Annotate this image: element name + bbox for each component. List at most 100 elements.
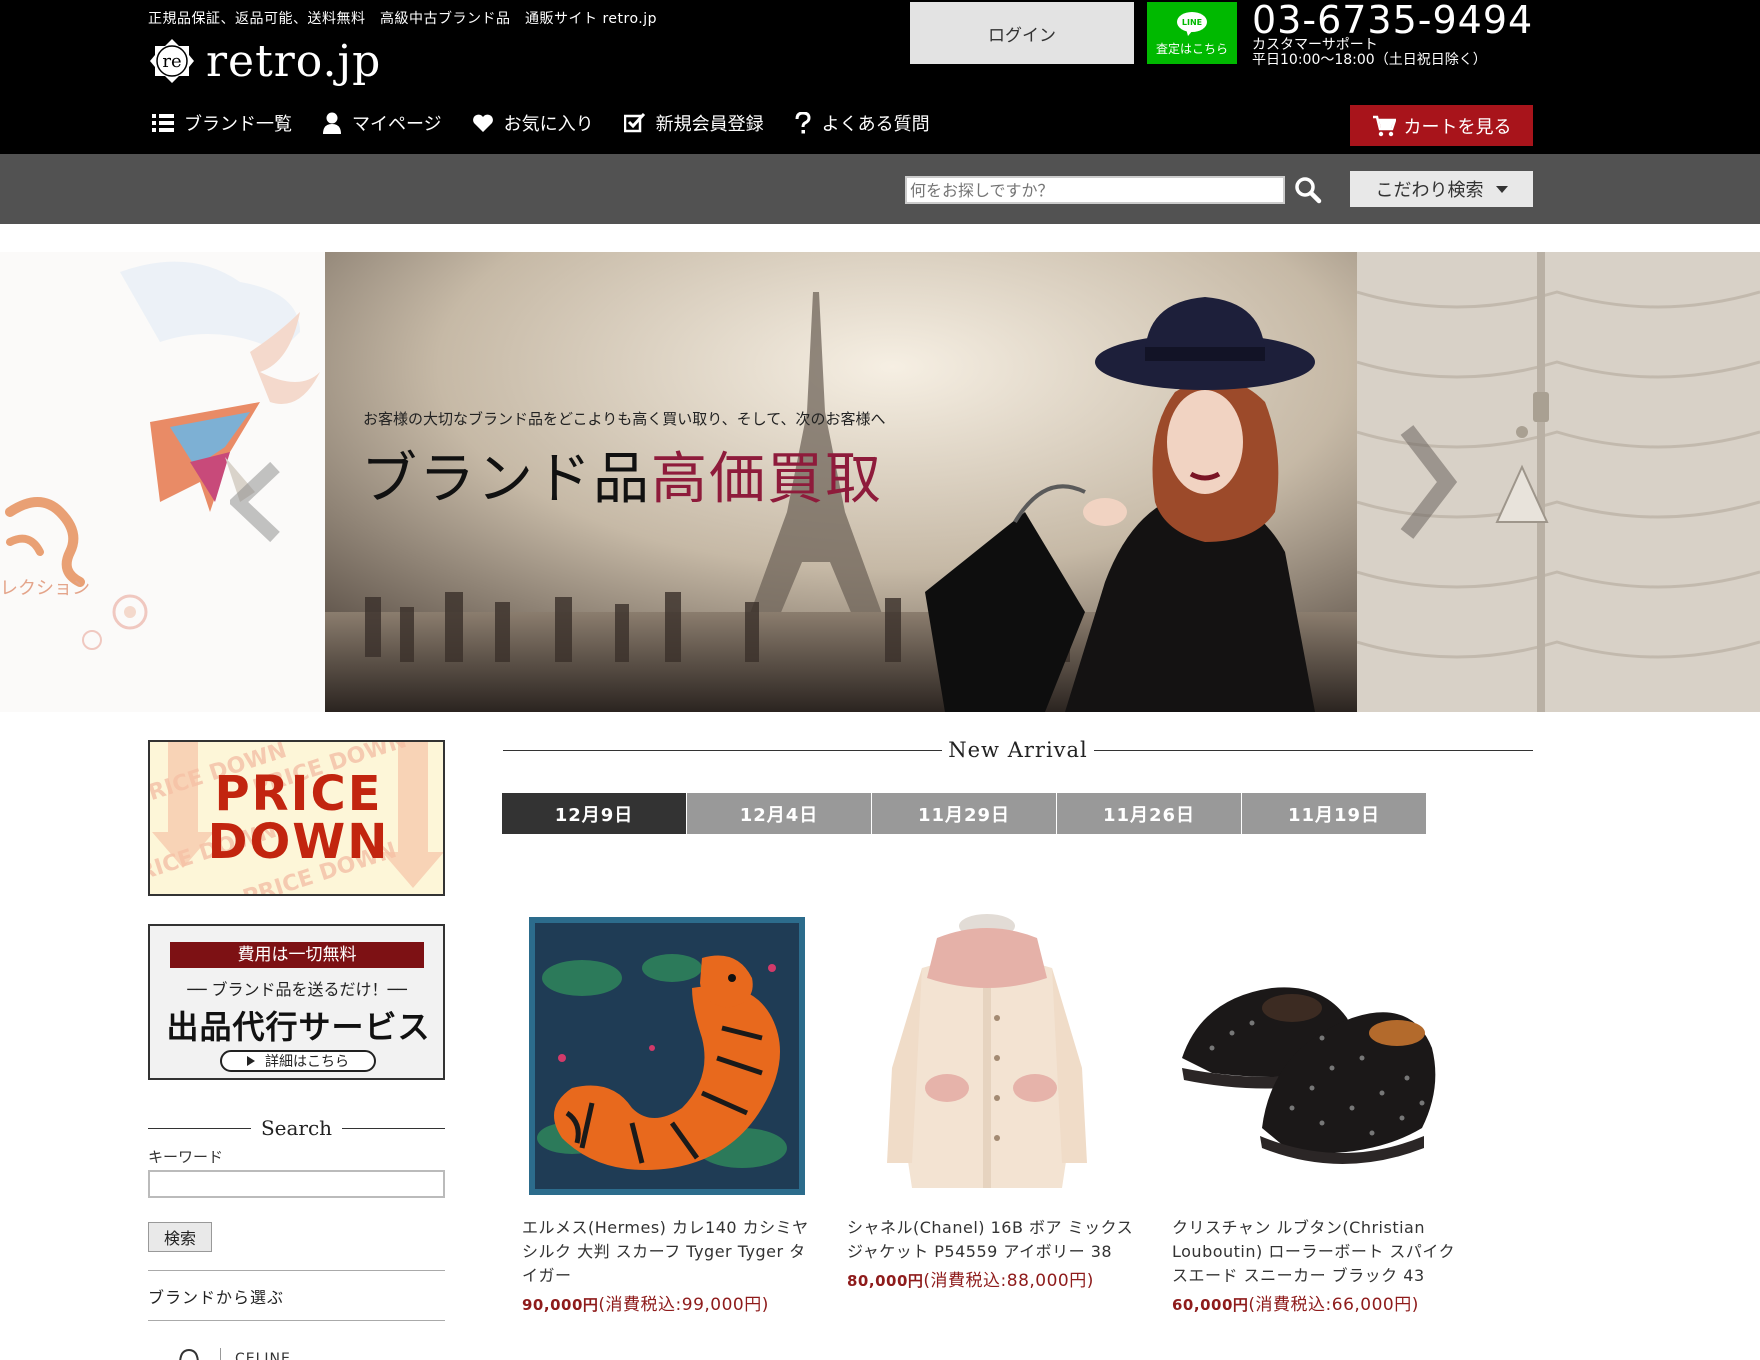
nav-favorites[interactable]: お気に入り <box>472 110 594 136</box>
search-icon <box>1295 177 1322 204</box>
product-name: エルメス(Hermes) カレ140 カシミヤ シルク 大判 スカーフ Tyge… <box>522 1218 809 1285</box>
nav-label: マイページ <box>352 114 442 135</box>
hero-title-part2: 高価買取 <box>651 447 883 512</box>
tab-date[interactable]: 11月29日 <box>872 793 1057 834</box>
nav-faq[interactable]: よくある質問 <box>794 110 930 136</box>
price-tax: (消費税込:99,000円) <box>598 1295 769 1315</box>
advanced-search-dropdown[interactable]: こだわり検索 <box>1350 171 1533 207</box>
support-hours: カスタマーサポート 平日10:00～18:00（土日祝日除く） <box>1252 38 1487 68</box>
boa-jacket-image <box>847 908 1137 1196</box>
line-button-label: 査定はこちら <box>1155 42 1228 56</box>
product-card[interactable]: エルメス(Hermes) カレ140 カシミヤ シルク 大判 スカーフ Tyge… <box>522 908 812 1319</box>
divider <box>342 1127 446 1129</box>
hero-title: ブランド品高価買取 <box>361 434 883 515</box>
spike-sneakers-image <box>1172 908 1462 1196</box>
price-down-line2: DOWN <box>207 814 390 870</box>
support-time: 平日10:00～18:00（土日祝日除く） <box>1252 52 1487 68</box>
carousel-next-arrow[interactable] <box>1397 422 1457 542</box>
service-details-button[interactable]: 詳細はこちら <box>220 1050 376 1072</box>
play-icon <box>247 1056 255 1066</box>
product-name: シャネル(Chanel) 16B ボア ミックス ジャケット P54559 アイ… <box>847 1218 1134 1261</box>
product-image <box>847 908 1137 1196</box>
product-price: 80,000円(消費税込:88,000円) <box>847 1268 1137 1295</box>
divider <box>220 1348 221 1360</box>
brand-section-heading: ブランドから選ぶ <box>148 1288 285 1307</box>
sidebar-search-title: Search <box>260 1116 333 1140</box>
price-down-line1: PRICE <box>214 766 383 822</box>
product-card[interactable]: シャネル(Chanel) 16B ボア ミックス ジャケット P54559 アイ… <box>847 908 1137 1295</box>
logo-text: retro.jp <box>206 35 382 87</box>
question-icon <box>795 112 811 134</box>
product-image <box>522 908 812 1196</box>
date-tabs: 12月9日 12月4日 11月29日 11月26日 11月19日 <box>502 793 1427 834</box>
divider <box>148 1320 445 1321</box>
phone-number: 03-6735-9494 <box>1252 0 1534 42</box>
search-button[interactable] <box>1294 176 1322 204</box>
heart-icon <box>472 114 493 132</box>
keyword-input[interactable] <box>148 1170 445 1198</box>
product-image <box>1172 908 1462 1196</box>
cart-button[interactable]: カートを見る <box>1350 105 1533 146</box>
hero-carousel: レクション お客様の大切なブランド品をどこよりも高く買い取り、そして、次のお客様… <box>0 252 1760 712</box>
svg-text:re: re <box>162 51 181 72</box>
support-label: カスタマーサポート <box>1252 37 1378 53</box>
brand-item-celine[interactable]: CELINE <box>176 1344 416 1360</box>
divider <box>148 1270 445 1271</box>
tiger-scarf-image <box>529 917 805 1195</box>
brand-logo-icon <box>179 1348 199 1360</box>
line-assessment-button[interactable]: LINE 査定はこちら <box>1147 2 1237 64</box>
divider <box>148 1127 251 1129</box>
keyword-search-button[interactable]: 検索 <box>148 1222 212 1252</box>
new-arrival-title: New Arrival <box>948 738 1088 762</box>
tab-date[interactable]: 12月9日 <box>502 793 687 834</box>
hero-title-part1: ブランド品 <box>361 447 651 512</box>
brand-name: CELINE <box>235 1351 291 1360</box>
tab-date[interactable]: 11月19日 <box>1242 793 1427 834</box>
nav-register[interactable]: 新規会員登録 <box>623 110 764 136</box>
service-title: 出品代行サービス <box>166 1008 431 1046</box>
sidebar-search-heading: Search <box>148 1116 446 1140</box>
service-details-label: 詳細はこちら <box>265 1054 349 1070</box>
tab-date[interactable]: 11月26日 <box>1057 793 1242 834</box>
hero-next-slide <box>1357 252 1760 712</box>
price-value: 80,000円 <box>847 1272 924 1290</box>
site-tagline: 正規品保証、返品可能、送料無料 高級中古ブランド品 通販サイト retro.jp <box>148 11 657 27</box>
hero-main-slide[interactable]: お客様の大切なブランド品をどこよりも高く買い取り、そして、次のお客様へ ブランド… <box>325 252 1357 712</box>
caret-down-icon <box>1495 185 1508 193</box>
nav-label: 新規会員登録 <box>655 114 764 135</box>
line-icon: LINE <box>1177 12 1207 36</box>
product-card[interactable]: クリスチャン ルブタン(Christian Louboutin) ローラーボート… <box>1172 908 1462 1319</box>
nav-mypage[interactable]: マイページ <box>322 110 442 136</box>
new-arrival-heading: New Arrival <box>503 738 1534 762</box>
price-down-banner[interactable]: PRICE DOWN PRICE DOWN PRICE DOWN PRICE D… <box>148 740 445 896</box>
login-button[interactable]: ログイン <box>910 2 1134 64</box>
main-nav: ブランド一覧 マイページ お気に入り 新規会員登録 よくある質問 <box>152 110 960 136</box>
user-icon <box>323 112 341 134</box>
divider <box>1093 749 1534 751</box>
svg-text:レクション: レクション <box>0 578 90 599</box>
svg-text:LINE: LINE <box>1182 18 1202 27</box>
price-tax: (消費税込:66,000円) <box>1248 1295 1419 1315</box>
nav-label: ブランド一覧 <box>184 114 292 135</box>
service-free-label: 費用は一切無料 <box>170 942 424 968</box>
keyword-label: キーワード <box>148 1148 224 1166</box>
nav-label: よくある質問 <box>821 114 930 135</box>
nav-brand-list[interactable]: ブランド一覧 <box>152 110 292 136</box>
divider <box>503 749 943 751</box>
price-value: 90,000円 <box>522 1296 599 1314</box>
nav-label: お気に入り <box>503 114 594 135</box>
tab-date[interactable]: 12月4日 <box>687 793 872 834</box>
search-input[interactable] <box>905 176 1285 204</box>
hero-subtitle: お客様の大切なブランド品をどこよりも高く買い取り、そして、次のお客様へ <box>363 410 886 428</box>
product-price: 90,000円(消費税込:99,000円) <box>522 1292 812 1319</box>
carousel-prev-arrow[interactable] <box>230 462 280 542</box>
logo-mark-icon: re <box>148 37 196 85</box>
hero-prev-slide: レクション <box>0 252 325 712</box>
cart-icon <box>1372 115 1396 136</box>
product-name: クリスチャン ルブタン(Christian Louboutin) ローラーボート… <box>1172 1218 1456 1285</box>
advanced-search-label: こだわり検索 <box>1375 180 1484 201</box>
site-logo[interactable]: re retro.jp <box>148 35 382 87</box>
listing-service-banner[interactable]: 費用は一切無料 ── ブランド品を送るだけ！── 出品代行サービス 詳細はこちら <box>148 924 445 1080</box>
cart-label: カートを見る <box>1403 116 1512 138</box>
price-value: 60,000円 <box>1172 1296 1249 1314</box>
